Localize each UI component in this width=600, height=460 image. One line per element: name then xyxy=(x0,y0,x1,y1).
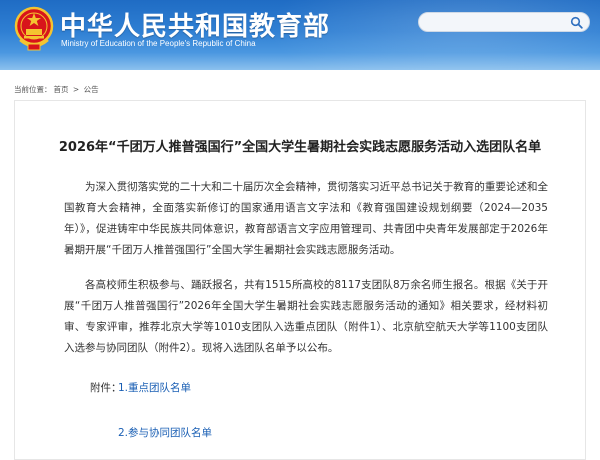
attachment-1-label[interactable]: 重点团队名单 xyxy=(128,382,191,394)
national-emblem-icon[interactable] xyxy=(14,6,54,52)
site-title: 中华人民共和国教育部 xyxy=(60,12,331,42)
site-header: 中华人民共和国教育部 Ministry of Education of the … xyxy=(0,0,600,70)
breadcrumb-separator: > xyxy=(72,85,80,94)
article-paragraph-1: 为深入贯彻落实党的二十大和二十届历次全会精神，贯彻落实习近平总书记关于教育的重要… xyxy=(64,181,548,256)
attachment-link-1[interactable]: 1.重点团队名单 xyxy=(118,380,191,395)
search-icon[interactable] xyxy=(570,16,583,29)
breadcrumb-announcements[interactable]: 公告 xyxy=(84,85,99,94)
article-paragraph-2: 各高校师生积极参与、踊跃报名，共有1515所高校的8117支团队8万余名师生报名… xyxy=(64,279,548,354)
breadcrumb: 当前位置： 首页 > 公告 xyxy=(14,84,101,95)
site-subtitle: Ministry of Education of the People's Re… xyxy=(61,39,256,48)
attachment-1-number: 1. xyxy=(118,382,129,394)
attachment-link-2[interactable]: 2.参与协同团队名单 xyxy=(118,425,212,440)
breadcrumb-home[interactable]: 首页 xyxy=(54,85,69,94)
attachment-2-number: 2. xyxy=(118,427,129,439)
attachments-label: 附件： xyxy=(90,382,122,394)
breadcrumb-prefix: 当前位置： xyxy=(14,85,52,94)
search-input[interactable] xyxy=(427,15,567,29)
search-box[interactable] xyxy=(418,12,590,32)
article-title: 2026年“千团万人推普强国行”全国大学生暑期社会实践志愿服务活动入选团队名单 xyxy=(58,140,542,155)
attachment-2-label[interactable]: 参与协同团队名单 xyxy=(128,427,212,439)
